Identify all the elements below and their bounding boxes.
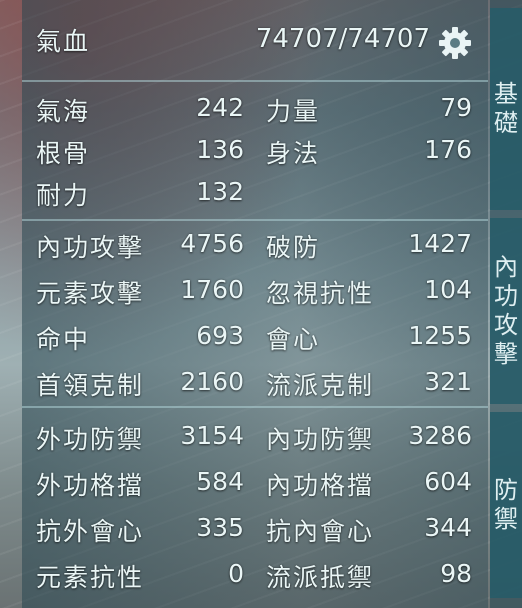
stat-label: 首領克制 xyxy=(36,371,145,400)
stat-value: 98 xyxy=(440,559,472,588)
tab-internal-attack-char: 擊 xyxy=(494,340,518,368)
tab-internal-attack-char: 功 xyxy=(494,282,518,310)
stat-value: 104 xyxy=(424,275,472,304)
stat-label: 抗內會心 xyxy=(266,517,375,546)
stat-label: 身法 xyxy=(266,139,321,168)
stat-value: 132 xyxy=(196,177,244,206)
stat-value: 79 xyxy=(440,93,472,122)
gear-icon[interactable] xyxy=(437,25,473,61)
stat-value: 1255 xyxy=(408,321,472,350)
stat-label: 元素抗性 xyxy=(36,563,145,592)
stat-label: 流派抵禦 xyxy=(266,563,375,592)
stat-label: 力量 xyxy=(266,97,321,126)
stat-value: 0 xyxy=(228,559,244,588)
section-divider xyxy=(22,219,488,221)
stat-value: 1760 xyxy=(180,275,244,304)
stat-label: 抗外會心 xyxy=(36,517,145,546)
stat-value: 604 xyxy=(424,467,472,496)
stat-label: 破防 xyxy=(266,233,321,262)
tab-basic-char: 礎 xyxy=(494,109,518,137)
stat-label: 內功防禦 xyxy=(266,425,375,454)
tab-internal-attack-char: 內 xyxy=(494,253,518,281)
stat-value: 3286 xyxy=(408,421,472,450)
tab-basic[interactable]: 基 礎 xyxy=(490,8,522,210)
hp-value: 74707/74707 xyxy=(255,24,430,54)
stat-label: 根骨 xyxy=(36,139,91,168)
tab-basic-char: 基 xyxy=(494,80,518,108)
tab-internal-attack-char: 攻 xyxy=(494,311,518,339)
stat-label: 忽視抗性 xyxy=(266,279,375,308)
stat-value: 321 xyxy=(424,367,472,396)
stat-value: 693 xyxy=(196,321,244,350)
stat-label: 流派克制 xyxy=(266,371,375,400)
section-divider xyxy=(22,406,488,408)
tab-defense-char: 禦 xyxy=(494,505,518,533)
stat-value: 1427 xyxy=(408,229,472,258)
stat-label: 耐力 xyxy=(36,181,91,210)
stat-value: 242 xyxy=(196,93,244,122)
tab-defense-char: 防 xyxy=(494,476,518,504)
stat-value: 335 xyxy=(196,513,244,542)
stat-value: 3154 xyxy=(180,421,244,450)
tab-defense[interactable]: 防 禦 xyxy=(490,412,522,598)
category-tab-bar: 基 礎 內 功 攻 擊 防 禦 xyxy=(490,0,522,608)
stat-value: 176 xyxy=(424,135,472,164)
stat-value: 584 xyxy=(196,467,244,496)
stat-label: 內功攻擊 xyxy=(36,233,145,262)
stat-label: 元素攻擊 xyxy=(36,279,145,308)
stat-label: 外功格擋 xyxy=(36,471,145,500)
stat-label: 外功防禦 xyxy=(36,425,145,454)
stat-label: 命中 xyxy=(36,325,91,354)
tab-internal-attack[interactable]: 內 功 攻 擊 xyxy=(490,218,522,404)
stat-value: 344 xyxy=(424,513,472,542)
hp-label: 氣血 xyxy=(36,27,91,56)
stat-value: 4756 xyxy=(180,229,244,258)
stat-value: 136 xyxy=(196,135,244,164)
stat-label: 會心 xyxy=(266,325,321,354)
stat-value: 2160 xyxy=(180,367,244,396)
stat-label: 氣海 xyxy=(36,97,91,126)
section-divider xyxy=(22,80,488,82)
stat-label: 內功格擋 xyxy=(266,471,375,500)
